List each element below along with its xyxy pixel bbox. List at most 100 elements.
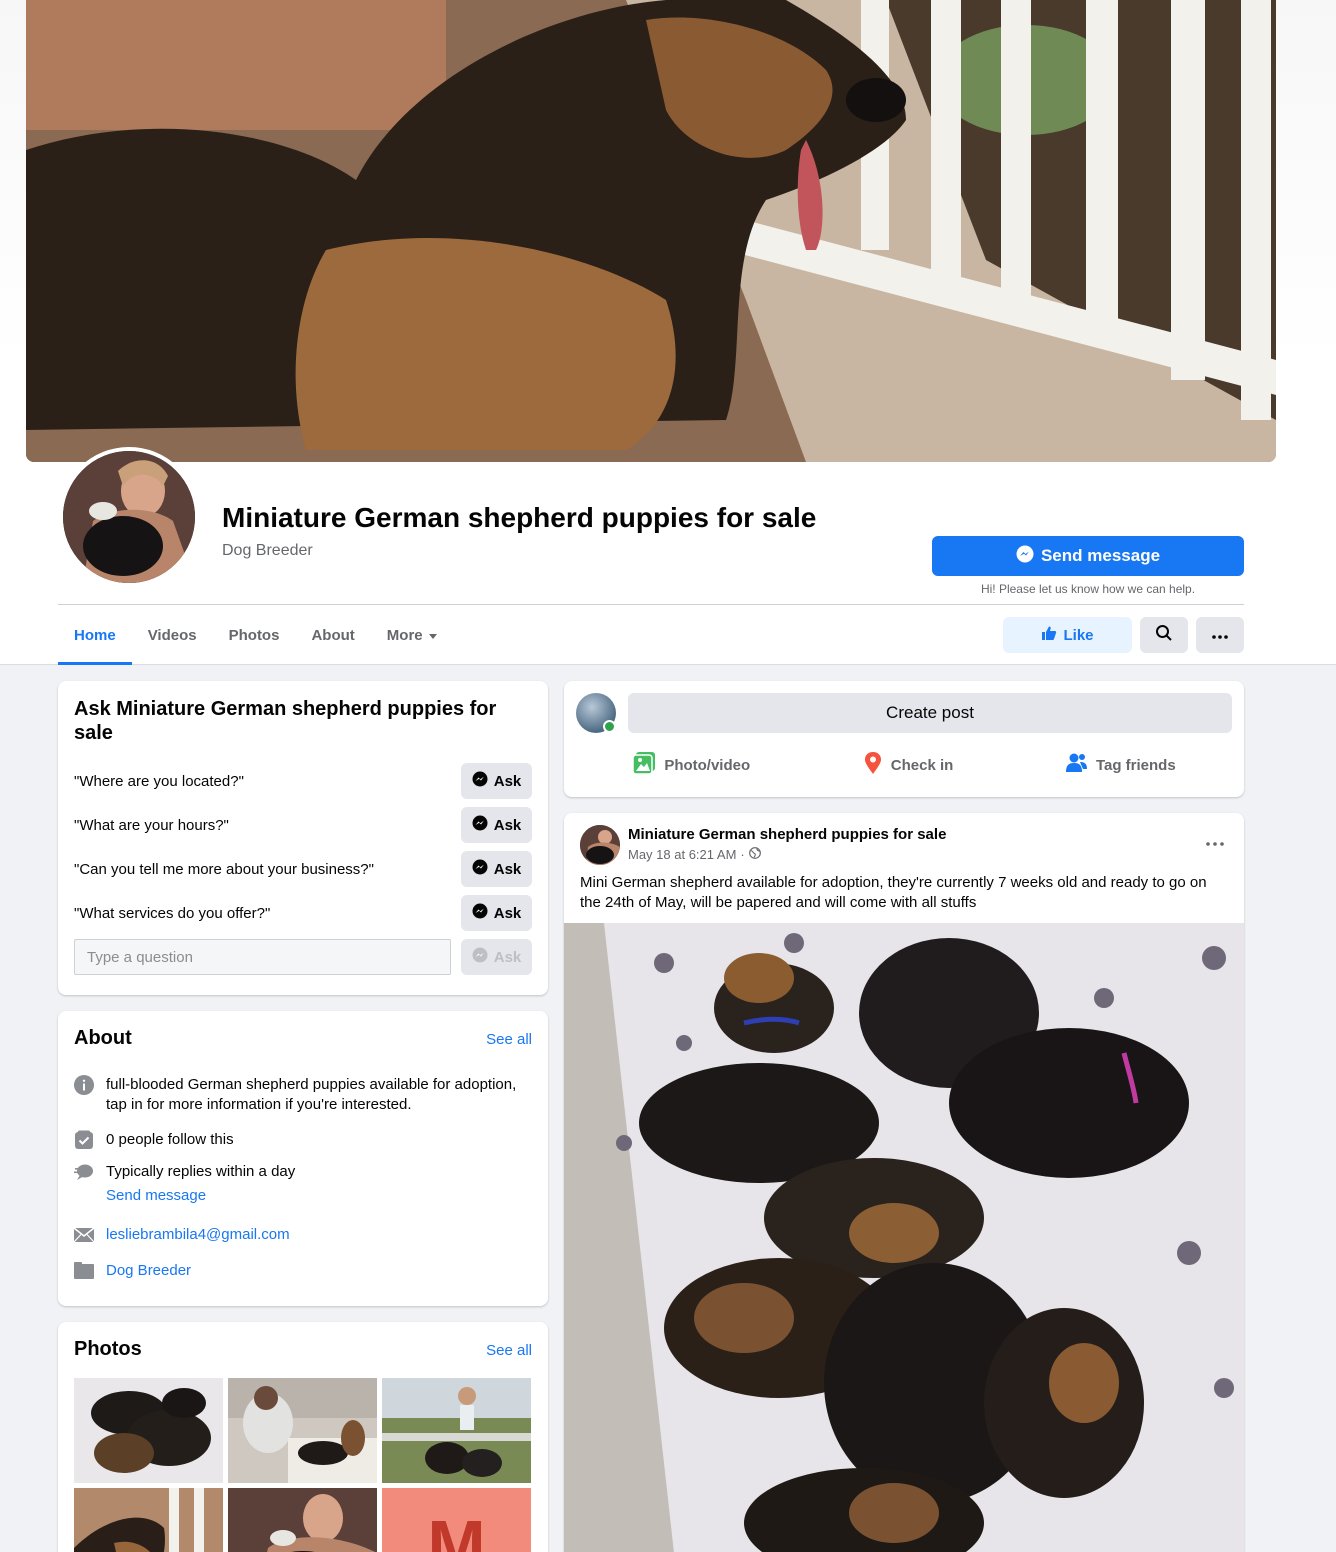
more-options-button[interactable]: [1196, 617, 1244, 653]
about-email-link[interactable]: lesliebrambila4@gmail.com: [106, 1225, 290, 1245]
ask-question[interactable]: "Can you tell me more about your busines…: [74, 861, 374, 878]
profile-picture-image: [63, 451, 195, 583]
search-icon: [1155, 624, 1173, 647]
page-category: Dog Breeder: [222, 542, 313, 559]
ask-card-title: Ask Miniature German shepherd puppies fo…: [74, 698, 497, 744]
about-see-all-link[interactable]: See all: [486, 1031, 532, 1048]
post-author-name[interactable]: Miniature German shepherd puppies for sa…: [628, 826, 946, 843]
about-send-message-link[interactable]: Send message: [106, 1186, 295, 1206]
photo-thumbnail[interactable]: M: [382, 1488, 531, 1552]
question-input[interactable]: [74, 939, 451, 975]
ask-question[interactable]: "What services do you offer?": [74, 905, 270, 922]
create-post-button[interactable]: Create post: [628, 693, 1232, 733]
ellipsis-icon: [1212, 626, 1228, 644]
tag-friends-button[interactable]: Tag friends: [1065, 752, 1176, 778]
page-tabs: Home Videos Photos About More: [58, 605, 453, 665]
send-message-label: Send message: [1040, 546, 1161, 565]
caret-down-icon: [428, 633, 437, 639]
envelope-icon: [74, 1225, 94, 1245]
check-in-button[interactable]: Check in: [863, 751, 954, 779]
photo-video-icon: [632, 751, 656, 779]
ask-row: "Can you tell me more about your busines…: [74, 851, 532, 887]
messenger-icon: [472, 815, 488, 835]
composer-actions: Photo/video Check in Tag friends: [576, 745, 1232, 785]
ask-button-label: Ask: [493, 772, 522, 790]
ask-button[interactable]: Ask: [461, 851, 532, 887]
tab-photos[interactable]: Photos: [213, 605, 296, 665]
follow-check-icon: [74, 1130, 94, 1150]
ask-button-label: Ask: [493, 860, 522, 878]
photos-see-all-link[interactable]: See all: [486, 1342, 532, 1359]
info-icon: [74, 1075, 94, 1095]
ask-button-label: Ask: [493, 816, 522, 834]
tab-about[interactable]: About: [295, 605, 370, 665]
messenger-icon: [472, 859, 488, 879]
ask-button[interactable]: Ask: [461, 763, 532, 799]
post-image[interactable]: [564, 923, 1244, 1552]
ask-row: "Where are you located?" Ask: [74, 763, 532, 799]
messenger-icon: [472, 903, 488, 923]
photo-thumbnail[interactable]: [228, 1488, 377, 1552]
ask-question[interactable]: "What are your hours?": [74, 817, 229, 834]
ask-button[interactable]: Ask: [461, 807, 532, 843]
puppies-photo: [564, 923, 1244, 1552]
post-author-avatar[interactable]: [580, 825, 620, 865]
profile-picture[interactable]: [59, 447, 199, 587]
ask-button[interactable]: Ask: [461, 895, 532, 931]
page-title: Miniature German shepherd puppies for sa…: [222, 502, 817, 533]
tab-videos[interactable]: Videos: [132, 605, 213, 665]
online-status-dot: [603, 720, 616, 733]
tab-home[interactable]: Home: [58, 605, 132, 665]
globe-icon: [748, 847, 761, 862]
cover-photo-image: [26, 0, 1276, 462]
post-options-button[interactable]: [1206, 833, 1224, 851]
about-followers-text: 0 people follow this: [106, 1131, 234, 1148]
send-message-hint: Hi! Please let us know how we can help.: [980, 582, 1196, 596]
category-folder-icon: [74, 1261, 94, 1281]
cover-photo[interactable]: [26, 0, 1276, 462]
ask-row: "What are your hours?" Ask: [74, 807, 532, 843]
about-description: full-blooded German shepherd puppies ava…: [74, 1075, 532, 1115]
photo-thumbnail[interactable]: [74, 1488, 223, 1552]
about-category: Dog Breeder: [74, 1261, 532, 1281]
ask-input-row: Ask: [74, 939, 532, 975]
composer-card: Create post Photo/video Check in Tag fri…: [564, 681, 1244, 797]
send-message-button[interactable]: Send message: [932, 536, 1244, 576]
tab-more[interactable]: More: [371, 605, 453, 665]
about-response-text: Typically replies within a day: [106, 1163, 296, 1180]
post-meta-separator: ·: [740, 847, 745, 862]
post-meta: May 18 at 6:21 AM ·: [628, 847, 761, 862]
tab-more-label: More: [386, 626, 423, 644]
photo-thumbnail[interactable]: [228, 1378, 377, 1483]
about-card-title: About: [74, 1027, 132, 1049]
photo-video-label: Photo/video: [664, 756, 751, 774]
tag-friends-icon: [1065, 752, 1088, 778]
photo-grid: M: [74, 1378, 532, 1552]
about-description-text: full-blooded German shepherd puppies ava…: [106, 1076, 517, 1113]
ask-button-label: Ask: [493, 904, 522, 922]
post-timestamp[interactable]: May 18 at 6:21 AM: [628, 847, 736, 862]
ellipsis-icon: [1206, 833, 1224, 850]
messenger-icon: [472, 947, 488, 967]
photo-thumbnail[interactable]: [74, 1378, 223, 1483]
like-label: Like: [1063, 626, 1094, 644]
photo-video-button[interactable]: Photo/video: [632, 751, 750, 779]
about-response-time: Typically replies within a day Send mess…: [74, 1162, 532, 1206]
tag-friends-label: Tag friends: [1095, 756, 1176, 774]
search-page-button[interactable]: [1140, 617, 1188, 653]
thumbs-up-icon: [1041, 625, 1057, 645]
ask-row: "What services do you offer?" Ask: [74, 895, 532, 931]
location-pin-icon: [863, 751, 883, 779]
ask-card: Ask Miniature German shepherd puppies fo…: [58, 681, 548, 995]
ask-question[interactable]: "Where are you located?": [74, 773, 244, 790]
check-in-label: Check in: [890, 756, 954, 774]
ask-custom-button[interactable]: Ask: [461, 939, 532, 975]
photos-card: Photos See all M: [58, 1322, 548, 1552]
photos-card-title: Photos: [74, 1338, 142, 1360]
page-header: Miniature German shepherd puppies for sa…: [0, 0, 1336, 665]
about-category-link[interactable]: Dog Breeder: [106, 1261, 191, 1281]
photo-thumbnail-letter: M: [427, 1506, 486, 1552]
messenger-icon: [1016, 545, 1034, 568]
like-button[interactable]: Like: [1003, 617, 1132, 653]
photo-thumbnail[interactable]: [382, 1378, 531, 1483]
